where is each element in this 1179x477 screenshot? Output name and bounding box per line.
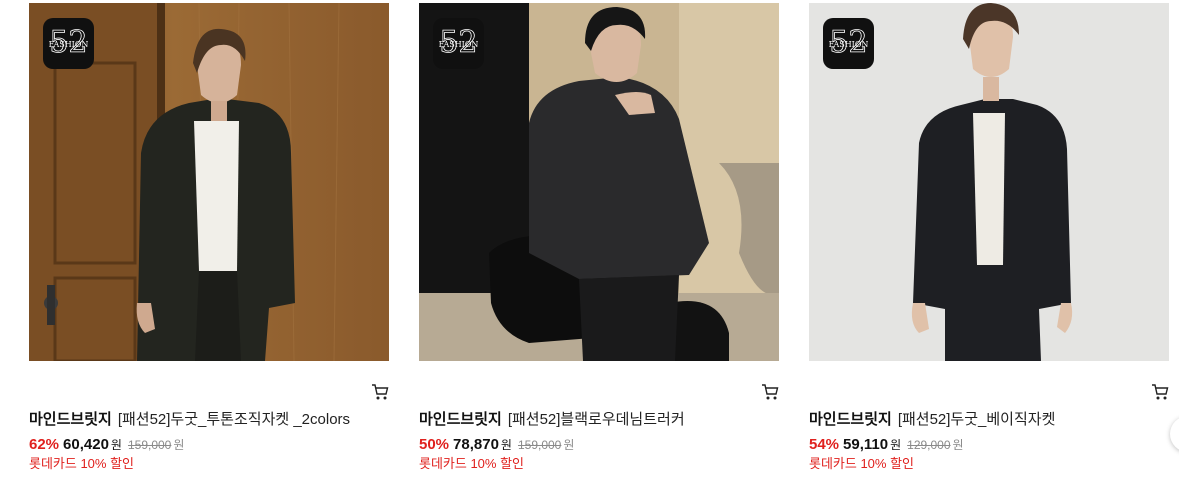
product-name: [패션52]두굿_투톤조직자켓 _2colors: [117, 411, 351, 428]
price-row: 62% 60,420 원 159,000 원: [29, 434, 389, 454]
original-currency-unit: 원: [952, 438, 964, 452]
currency-unit: 원: [110, 438, 122, 452]
card-discount-promo: 롯데카드 10% 할인: [809, 456, 915, 471]
product-title[interactable]: 마인드브릿지 [패션52]두굿_베이직자켓: [809, 409, 1169, 431]
cart-row: [419, 361, 779, 409]
fashion52-logo-icon: 52 FASHION: [439, 25, 479, 61]
card-discount-promo: 롯데카드 10% 할인: [419, 456, 525, 471]
brand-name: 마인드브릿지: [29, 411, 112, 428]
product-title[interactable]: 마인드브릿지 [패션52]두굿_투톤조직자켓 _2colors: [29, 409, 389, 431]
cart-icon[interactable]: [1151, 383, 1169, 401]
product-name: [패션52]두굿_베이직자켓: [897, 411, 1056, 428]
brand-name: 마인드브릿지: [419, 411, 502, 428]
svg-text:FASHION: FASHION: [829, 40, 869, 49]
product-title[interactable]: 마인드브릿지 [패션52]블랙로우데님트러커: [419, 409, 779, 431]
fashion52-badge: 52 FASHION: [823, 18, 874, 69]
sale-price: 60,420: [63, 436, 109, 453]
product-image-link[interactable]: 52 FASHION: [29, 3, 389, 361]
card-discount-promo: 롯데카드 10% 할인: [29, 456, 135, 471]
cart-row: [809, 361, 1169, 409]
fashion52-badge: 52 FASHION: [43, 18, 94, 69]
fashion52-logo-icon: 52 FASHION: [829, 25, 869, 61]
svg-text:FASHION: FASHION: [439, 40, 479, 49]
carousel-next-button[interactable]: [1170, 416, 1179, 452]
product-card[interactable]: 52 FASHION 마인드브릿지 [패션52]두굿_베이직자켓 54% 59,11…: [809, 3, 1169, 473]
sale-price: 78,870: [453, 436, 499, 453]
original-currency-unit: 원: [563, 438, 575, 452]
currency-unit: 원: [890, 438, 902, 452]
original-price: 159,000: [127, 438, 172, 452]
product-card[interactable]: 52 FASHION 마인드브릿지 [패션52]두굿_투톤조직자켓 _2color…: [29, 3, 389, 473]
discount-rate: 62%: [29, 436, 60, 453]
price-row: 54% 59,110 원 129,000 원: [809, 434, 1169, 454]
original-price: 159,000: [517, 438, 562, 452]
sale-price: 59,110: [843, 436, 889, 453]
product-grid: 52 FASHION 마인드브릿지 [패션52]두굿_투톤조직자켓 _2color…: [0, 0, 1179, 477]
cart-icon[interactable]: [371, 383, 389, 401]
product-image-link[interactable]: 52 FASHION: [809, 3, 1169, 361]
fashion52-logo-icon: 52 FASHION: [49, 25, 89, 61]
product-image-link[interactable]: 52 FASHION: [419, 3, 779, 361]
original-price: 129,000: [907, 438, 951, 452]
price-row: 50% 78,870 원 159,000 원: [419, 434, 779, 454]
currency-unit: 원: [500, 438, 512, 452]
fashion52-badge: 52 FASHION: [433, 18, 484, 69]
product-card[interactable]: 52 FASHION 마인드브릿지 [패션52]블랙로우데님트러커 50% 78,8…: [419, 3, 779, 473]
cart-icon[interactable]: [761, 383, 779, 401]
svg-text:FASHION: FASHION: [49, 40, 89, 49]
original-currency-unit: 원: [173, 438, 185, 452]
discount-rate: 50%: [419, 436, 450, 453]
discount-rate: 54%: [809, 436, 840, 453]
brand-name: 마인드브릿지: [809, 411, 892, 428]
product-name: [패션52]블랙로우데님트러커: [507, 411, 685, 428]
cart-row: [29, 361, 389, 409]
